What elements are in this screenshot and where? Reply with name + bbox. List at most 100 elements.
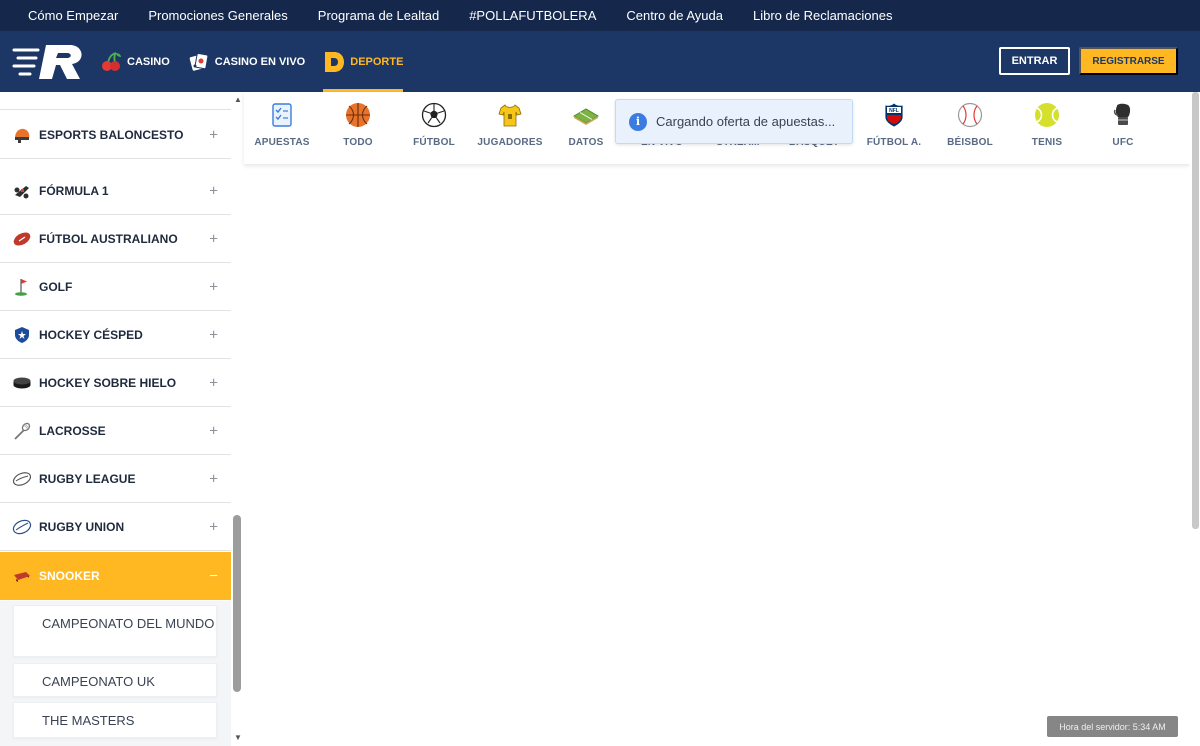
field-hockey-icon (12, 325, 32, 345)
sidebar-item-label: FÚTBOL AUSTRALIANO (39, 231, 178, 246)
sidebar-item-lacrosse[interactable]: LACROSSE + (0, 407, 231, 455)
nav-casino-label: CASINO (127, 55, 170, 68)
sidebar-item-label: GOLF (39, 279, 73, 294)
nav-deporte-label: DEPORTE (350, 55, 404, 68)
tab-label: H. (1161, 137, 1190, 148)
info-icon: i (629, 112, 647, 131)
tab-futbol-americano[interactable]: NFL FÚTBOL A. (856, 92, 932, 164)
sidebar-item-label: HOCKEY SOBRE HIELO (39, 375, 177, 390)
nav-casino-en-vivo[interactable]: CASINO EN VIVO (188, 31, 305, 92)
rugby-ball-icon (12, 469, 32, 489)
hockey-puck-icon (12, 373, 32, 393)
expand-plus-icon[interactable]: + (209, 278, 218, 295)
esports-basketball-icon (12, 125, 32, 145)
tab-label: FÚTBOL (413, 137, 455, 148)
main-header: CASINO CASINO EN VIVO DEPORTE ENTRAR REG… (0, 31, 1200, 92)
expand-plus-icon[interactable]: + (209, 470, 218, 487)
tab-tenis[interactable]: TENIS (1009, 92, 1085, 164)
sidebar-item-label: FÓRMULA 1 (39, 183, 109, 198)
expand-plus-icon[interactable]: + (209, 422, 218, 439)
sidebar-item-label: LACROSSE (39, 423, 106, 438)
sidebar-item-hockey-sobre-hielo[interactable]: HOCKEY SOBRE HIELO + (0, 359, 231, 407)
boxing-glove-icon (1109, 101, 1137, 129)
d-brand-icon (323, 51, 345, 73)
sidebar-item-label: RUGBY LEAGUE (39, 471, 136, 486)
main-nav: CASINO CASINO EN VIVO DEPORTE (100, 31, 421, 92)
sports-sidebar: ESPORTS BALONCESTO + FÓRMULA 1 + FÚTBOL … (0, 92, 244, 746)
tab-label: DATOS (568, 137, 604, 148)
snooker-table-icon (12, 566, 32, 586)
nav-deporte[interactable]: DEPORTE (323, 31, 404, 92)
expand-plus-icon[interactable]: + (209, 518, 218, 535)
submenu-the-masters[interactable]: THE MASTERS (13, 702, 217, 738)
nfl-shield-icon: NFL (880, 101, 908, 129)
soccer-ball-icon (420, 101, 448, 129)
tab-futbol[interactable]: FÚTBOL (396, 92, 472, 164)
rugby-union-ball-icon (12, 517, 32, 537)
top-link-como-empezar[interactable]: Cómo Empezar (28, 8, 118, 23)
top-link-lealtad[interactable]: Programa de Lealtad (318, 8, 439, 23)
formula1-car-icon (12, 181, 32, 201)
page-scroll-thumb[interactable] (1192, 92, 1199, 529)
sidebar-item-label: ESPORTS BALONCESTO (39, 127, 184, 142)
submenu-campeonato-uk[interactable]: CAMPEONATO UK (13, 663, 217, 697)
sidebar-item-esports-baloncesto[interactable]: ESPORTS BALONCESTO + (0, 111, 231, 159)
sidebar-item-rugby-league[interactable]: RUGBY LEAGUE + (0, 455, 231, 503)
field-stats-icon (572, 101, 600, 129)
top-links-bar: Cómo Empezar Promociones Generales Progr… (0, 0, 1200, 31)
scroll-up-arrow-icon[interactable]: ▲ (234, 95, 242, 104)
expand-plus-icon[interactable]: + (209, 126, 218, 143)
sidebar-item-golf[interactable]: GOLF + (0, 263, 231, 311)
tab-beisbol[interactable]: BÉISBOL (932, 92, 1008, 164)
collapse-minus-icon[interactable]: − (209, 568, 218, 585)
expand-plus-icon[interactable]: + (209, 374, 218, 391)
cherry-icon (100, 51, 122, 73)
submenu-campeonato-del-mundo[interactable]: CAMPEONATO DEL MUNDO (13, 605, 217, 657)
svg-text:NFL: NFL (889, 108, 899, 114)
lacrosse-stick-icon (12, 421, 32, 441)
top-link-reclamaciones[interactable]: Libro de Reclamaciones (753, 8, 892, 23)
golf-flag-icon (12, 277, 32, 297)
sidebar-scroll-thumb[interactable] (233, 515, 241, 692)
tab-label: TODO (343, 137, 373, 148)
tab-label: JUGADORES (477, 137, 543, 148)
expand-plus-icon[interactable]: + (209, 182, 218, 199)
tab-label: BÉISBOL (947, 137, 993, 148)
expand-plus-icon[interactable]: + (209, 230, 218, 247)
cards-icon (188, 51, 210, 73)
sidebar-item-snooker[interactable]: SNOOKER − (0, 552, 231, 600)
tab-todo[interactable]: TODO (320, 92, 396, 164)
top-link-ayuda[interactable]: Centro de Ayuda (626, 8, 723, 23)
expand-plus-icon[interactable]: + (209, 326, 218, 343)
sidebar-item-label: RUGBY UNION (39, 519, 125, 534)
sidebar-item-rugby-union[interactable]: RUGBY UNION + (0, 503, 231, 551)
tab-label: UFC (1112, 137, 1134, 148)
tab-label: TENIS (1031, 137, 1063, 148)
australian-football-icon (12, 229, 32, 249)
top-link-polla[interactable]: #POLLAFUTBOLERA (469, 8, 596, 23)
tab-datos[interactable]: DATOS (548, 92, 624, 164)
top-link-promociones[interactable]: Promociones Generales (148, 8, 287, 23)
tennis-ball-icon (1033, 101, 1061, 129)
scroll-down-arrow-icon[interactable]: ▼ (234, 733, 242, 742)
tab-ufc[interactable]: UFC (1085, 92, 1161, 164)
sidebar-item-hockey-cesped[interactable]: HOCKEY CÉSPED + (0, 311, 231, 359)
all-sports-icon (344, 101, 372, 129)
betslip-icon (268, 101, 296, 129)
sidebar-item-label: SNOOKER (39, 569, 100, 583)
sidebar-item-futbol-australiano[interactable]: FÚTBOL AUSTRALIANO + (0, 215, 231, 263)
jersey-icon (496, 101, 524, 129)
sidebar-item-formula-1[interactable]: FÓRMULA 1 + (0, 167, 231, 215)
tab-label: APUESTAS (254, 137, 310, 148)
tab-apuestas[interactable]: APUESTAS (244, 92, 320, 164)
login-button[interactable]: ENTRAR (999, 47, 1070, 75)
tab-label: FÚTBOL A. (866, 137, 922, 148)
tab-h-partial[interactable]: H. (1161, 92, 1190, 164)
sidebar-item-label: HOCKEY CÉSPED (39, 327, 143, 342)
register-button[interactable]: REGISTRARSE (1079, 47, 1178, 75)
tab-jugadores[interactable]: JUGADORES (472, 92, 548, 164)
nav-casino[interactable]: CASINO (100, 31, 170, 92)
sidebar-scrolled-item-edge (0, 92, 231, 110)
loading-toast: i Cargando oferta de apuestas... (615, 99, 853, 144)
r-logo-icon[interactable] (12, 42, 84, 82)
